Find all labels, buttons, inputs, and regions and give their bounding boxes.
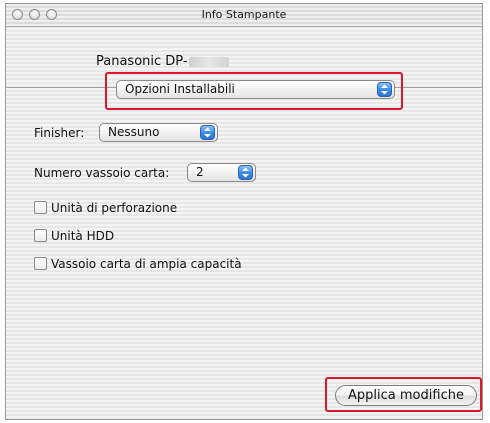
window-title: Info Stampante — [201, 8, 287, 21]
popup-arrows-icon — [238, 165, 253, 180]
perforation-label: Unità di perforazione — [51, 201, 178, 215]
large-capacity-tray-label: Vassoio carta di ampia capacità — [51, 257, 242, 271]
category-highlight-box — [105, 72, 403, 110]
hdd-checkbox[interactable] — [34, 229, 47, 242]
printer-name-text: Panasonic DP- — [96, 54, 188, 69]
perforation-checkbox[interactable] — [34, 201, 47, 214]
tray-count-label: Numero vassoio carta: — [34, 166, 170, 180]
printer-info-window: Info Stampante Panasonic DP- Opzioni Ins… — [5, 3, 483, 420]
finisher-label: Finisher: — [34, 126, 85, 140]
popup-arrows-icon — [200, 125, 215, 140]
hdd-label: Unità HDD — [51, 229, 115, 243]
option-hdd[interactable]: Unità HDD — [34, 228, 234, 244]
finisher-popup-value: Nessuno — [108, 125, 160, 139]
finisher-popup[interactable]: Nessuno — [99, 123, 218, 142]
option-large-capacity-tray[interactable]: Vassoio carta di ampia capacità — [34, 256, 294, 272]
redacted-model-number — [188, 56, 229, 67]
title-bar[interactable]: Info Stampante — [6, 4, 482, 27]
apply-highlight-box — [325, 377, 482, 412]
printer-name: Panasonic DP- — [96, 54, 229, 69]
tray-count-popup-value: 2 — [196, 165, 204, 179]
large-capacity-tray-checkbox[interactable] — [34, 257, 47, 270]
tray-count-popup[interactable]: 2 — [187, 163, 256, 182]
option-perforation[interactable]: Unità di perforazione — [34, 200, 234, 216]
